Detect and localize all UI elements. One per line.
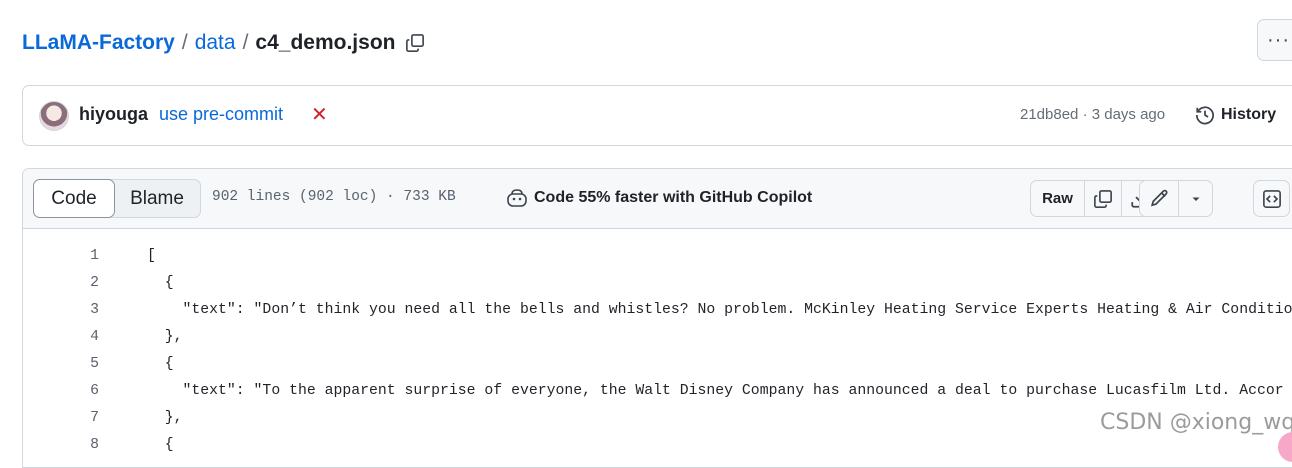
line-content: }, [147, 328, 183, 345]
copilot-icon [507, 189, 527, 207]
latest-commit-bar: hiyouga use pre-commit ✕ 21db8ed · 3 day… [22, 85, 1292, 146]
line-content: "text": "Don’t think you need all the be… [147, 301, 1292, 318]
breadcrumb-separator: / [242, 31, 249, 54]
line-content: }, [147, 409, 183, 426]
copilot-promo-link[interactable]: Code 55% faster with GitHub Copilot [506, 188, 812, 208]
line-content: { [147, 274, 174, 291]
triangle-down-icon [1192, 197, 1199, 201]
breadcrumb-repo-link[interactable]: LLaMA-Factory [22, 31, 175, 55]
breadcrumb-file-name: c4_demo.json [255, 31, 396, 54]
line-number[interactable]: 7 [23, 410, 99, 426]
breadcrumb-folder-link[interactable]: data [195, 31, 236, 55]
copilot-label: Code 55% faster with GitHub Copilot [534, 189, 813, 206]
edit-options-dropdown[interactable] [1178, 181, 1212, 216]
code-square-icon [1262, 189, 1281, 208]
code-line: 2 { [23, 269, 1292, 296]
code-line: 3 "text": "Don’t think you need all the … [23, 296, 1292, 323]
history-icon [1195, 106, 1214, 125]
code-line: 1 [ [23, 242, 1292, 269]
symbols-panel-button[interactable] [1253, 180, 1290, 217]
kebab-horizontal-icon: ··· [1267, 28, 1290, 51]
line-number[interactable]: 3 [23, 302, 99, 318]
line-number[interactable]: 6 [23, 383, 99, 399]
code-line: 8 { [23, 431, 1292, 458]
tab-code[interactable]: Code [33, 179, 115, 218]
copy-raw-button[interactable] [1084, 181, 1121, 216]
edit-file-button[interactable] [1140, 181, 1178, 216]
line-number[interactable]: 5 [23, 356, 99, 372]
more-options-button[interactable]: ··· [1257, 19, 1292, 61]
file-info: 902 lines (902 loc) · 733 KB [212, 189, 456, 205]
file-header: Code Blame 902 lines (902 loc) · 733 KB … [23, 169, 1292, 229]
line-content: { [147, 355, 174, 372]
line-number[interactable]: 8 [23, 437, 99, 453]
x-icon[interactable]: ✕ [311, 102, 328, 127]
commit-meta[interactable]: 21db8ed · 3 days ago [1020, 106, 1165, 123]
pencil-icon [1150, 189, 1167, 207]
commit-author-link[interactable]: hiyouga [79, 104, 148, 125]
breadcrumb: LLaMA-Factory / data / c4_demo.json [22, 28, 426, 58]
breadcrumb-separator: / [181, 31, 188, 54]
code-line: 5 { [23, 350, 1292, 377]
history-button[interactable]: History [1195, 105, 1276, 125]
watermark: CSDN @xiong_wq [1100, 410, 1292, 435]
view-toggle: Code Blame [33, 179, 201, 218]
history-label: History [1221, 106, 1277, 123]
line-number[interactable]: 2 [23, 275, 99, 291]
edit-actions-group [1139, 180, 1213, 217]
line-number[interactable]: 1 [23, 248, 99, 264]
code-line: 4 }, [23, 323, 1292, 350]
copy-icon [1094, 189, 1112, 208]
code-line: 6 "text": "To the apparent surprise of e… [23, 377, 1292, 404]
line-number[interactable]: 4 [23, 329, 99, 345]
commit-message-link[interactable]: use pre-commit [159, 104, 283, 125]
tab-blame[interactable]: Blame [114, 180, 200, 217]
line-content: { [147, 436, 174, 453]
avatar[interactable] [39, 101, 69, 131]
line-content: "text": "To the apparent surprise of eve… [147, 382, 1284, 399]
copy-path-icon[interactable] [404, 32, 426, 54]
raw-button[interactable]: Raw [1031, 181, 1084, 216]
line-content: [ [147, 247, 156, 264]
